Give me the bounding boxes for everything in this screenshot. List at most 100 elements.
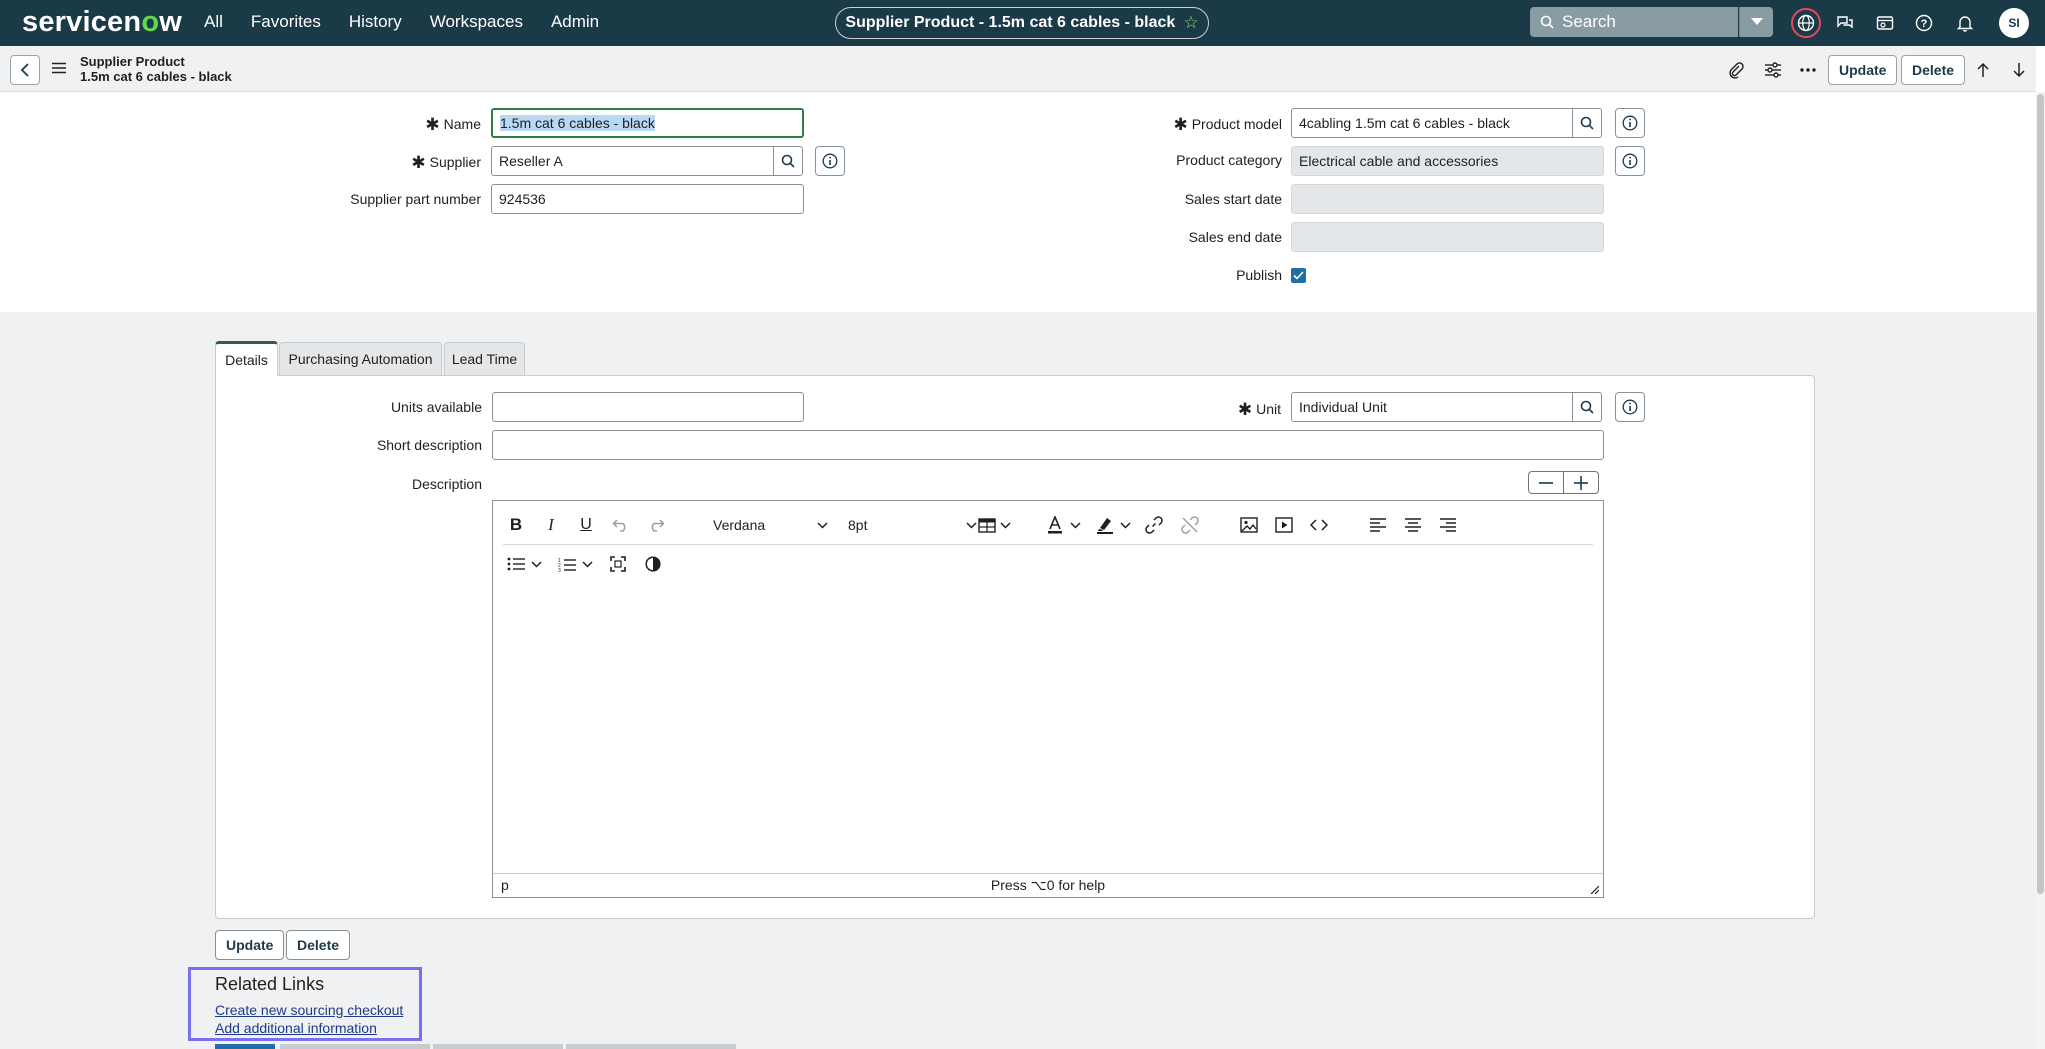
resize-handle-icon[interactable]: [1589, 884, 1599, 894]
globe-icon[interactable]: [1791, 8, 1821, 38]
align-right-icon[interactable]: [1436, 513, 1460, 537]
nav-link-admin[interactable]: Admin: [551, 12, 599, 32]
supplier-lookup-button[interactable]: [773, 146, 803, 176]
supplier-label: ✱ Supplier: [411, 152, 481, 172]
chevron-down-icon[interactable]: [993, 513, 1017, 537]
supplier-info-button[interactable]: [815, 146, 845, 176]
bold-icon[interactable]: B: [504, 513, 528, 537]
chevron-down-icon[interactable]: [1063, 513, 1087, 537]
hamburger-menu-icon[interactable]: [52, 61, 66, 79]
short-description-input[interactable]: [492, 430, 1604, 460]
required-marker: ✱: [1237, 400, 1253, 419]
back-button[interactable]: [10, 55, 40, 85]
bell-icon[interactable]: [1951, 9, 1979, 37]
settings-sliders-icon[interactable]: [1762, 59, 1784, 81]
tab-purchasing-automation[interactable]: Purchasing Automation: [279, 342, 442, 375]
editor-expand-button[interactable]: [1563, 471, 1599, 494]
related-list-tab[interactable]: [280, 1044, 430, 1049]
short-description-label: Short description: [376, 437, 482, 453]
star-icon[interactable]: ☆: [1183, 13, 1198, 33]
chevron-down-icon[interactable]: [1113, 513, 1137, 537]
align-center-icon[interactable]: [1401, 513, 1425, 537]
related-list-tab-active[interactable]: [215, 1044, 275, 1049]
align-left-icon[interactable]: [1366, 513, 1390, 537]
update-button[interactable]: Update: [1828, 55, 1898, 85]
unlink-icon[interactable]: [1178, 513, 1202, 537]
nav-link-history[interactable]: History: [349, 12, 402, 32]
bottom-update-button[interactable]: Update: [215, 930, 285, 960]
user-avatar[interactable]: SI: [1999, 8, 2029, 38]
global-search-input[interactable]: Search: [1530, 7, 1738, 37]
supplier-input[interactable]: Reseller A: [491, 146, 774, 176]
product-category-info-button[interactable]: [1615, 146, 1645, 176]
caret-down-icon: [1750, 18, 1763, 25]
font-family-select[interactable]: Verdana: [713, 517, 765, 533]
italic-icon[interactable]: I: [539, 513, 563, 537]
chevron-down-icon[interactable]: [810, 513, 834, 537]
related-list-tab[interactable]: [433, 1044, 563, 1049]
delete-button[interactable]: Delete: [1901, 55, 1966, 85]
search-icon: [781, 154, 795, 168]
media-icon[interactable]: [1272, 513, 1296, 537]
arrow-down-icon[interactable]: [2008, 59, 2030, 81]
create-new-sourcing-checkout-link[interactable]: Create new sourcing checkout: [215, 1002, 403, 1018]
form-title: Supplier Product 1.5m cat 6 cables - bla…: [80, 54, 232, 84]
product-category-value: Electrical cable and accessories: [1299, 153, 1499, 169]
font-size-select[interactable]: 8pt: [848, 517, 867, 533]
chat-icon[interactable]: [1831, 9, 1859, 37]
product-category-label: Product category: [1176, 152, 1282, 168]
info-icon: [1622, 153, 1638, 169]
name-input[interactable]: 1.5m cat 6 cables - black: [491, 108, 804, 138]
tab-details[interactable]: Details: [215, 341, 278, 376]
record-title: Supplier Product - 1.5m cat 6 cables - b…: [845, 14, 1176, 31]
chevron-down-icon[interactable]: [575, 552, 599, 576]
form-title-table: Supplier Product: [80, 54, 185, 69]
scratchpad-icon[interactable]: [1871, 9, 1899, 37]
underline-icon[interactable]: U: [574, 513, 598, 537]
nav-link-all[interactable]: All: [204, 12, 223, 32]
supplier-part-number-input[interactable]: 924536: [491, 184, 804, 214]
contrast-icon[interactable]: [641, 552, 665, 576]
related-list-tab[interactable]: [566, 1044, 736, 1049]
publish-label: Publish: [1236, 267, 1282, 283]
product-model-input[interactable]: 4cabling 1.5m cat 6 cables - black: [1291, 108, 1573, 138]
add-additional-information-link[interactable]: Add additional information: [215, 1020, 377, 1036]
supplier-value: Reseller A: [499, 153, 563, 169]
product-model-info-button[interactable]: [1615, 108, 1645, 138]
arrow-up-icon[interactable]: [1972, 59, 1994, 81]
minus-icon: [1539, 481, 1553, 484]
product-model-lookup-button[interactable]: [1572, 108, 1602, 138]
form-title-record: 1.5m cat 6 cables - black: [80, 69, 232, 84]
checkmark-icon: [1293, 271, 1304, 280]
product-model-value: 4cabling 1.5m cat 6 cables - black: [1299, 115, 1510, 131]
editor-shrink-button[interactable]: [1528, 471, 1564, 494]
image-icon[interactable]: [1237, 513, 1261, 537]
bottom-delete-button[interactable]: Delete: [286, 930, 351, 960]
publish-checkbox[interactable]: [1291, 268, 1306, 283]
page-scrollbar-thumb[interactable]: [2037, 94, 2044, 894]
servicenow-logo[interactable]: servicenow: [22, 6, 182, 39]
help-icon[interactable]: ?: [1910, 9, 1938, 37]
nav-link-workspaces[interactable]: Workspaces: [430, 12, 523, 32]
required-marker: ✱: [411, 153, 426, 172]
source-code-icon[interactable]: [1307, 513, 1331, 537]
name-value: 1.5m cat 6 cables - black: [500, 115, 655, 131]
unit-info-button[interactable]: [1615, 392, 1645, 422]
tab-lead-time[interactable]: Lead Time: [444, 342, 525, 375]
search-scope-dropdown[interactable]: [1739, 7, 1773, 37]
unit-lookup-button[interactable]: [1572, 392, 1602, 422]
unit-input[interactable]: Individual Unit: [1291, 392, 1573, 422]
units-available-input[interactable]: [492, 392, 804, 422]
undo-icon[interactable]: [609, 513, 633, 537]
fullscreen-icon[interactable]: [606, 552, 630, 576]
redo-icon[interactable]: [644, 513, 668, 537]
related-links-section: Related Links Create new sourcing checko…: [188, 967, 422, 1041]
paperclip-icon[interactable]: [1725, 59, 1747, 81]
link-icon[interactable]: [1142, 513, 1166, 537]
record-title-pill[interactable]: Supplier Product - 1.5m cat 6 cables - b…: [835, 7, 1209, 39]
form-header-bar: Supplier Product 1.5m cat 6 cables - bla…: [0, 46, 2036, 92]
nav-link-favorites[interactable]: Favorites: [251, 12, 321, 32]
more-options-icon[interactable]: [1797, 59, 1819, 81]
search-placeholder: Search: [1562, 12, 1616, 31]
chevron-down-icon[interactable]: [524, 552, 548, 576]
